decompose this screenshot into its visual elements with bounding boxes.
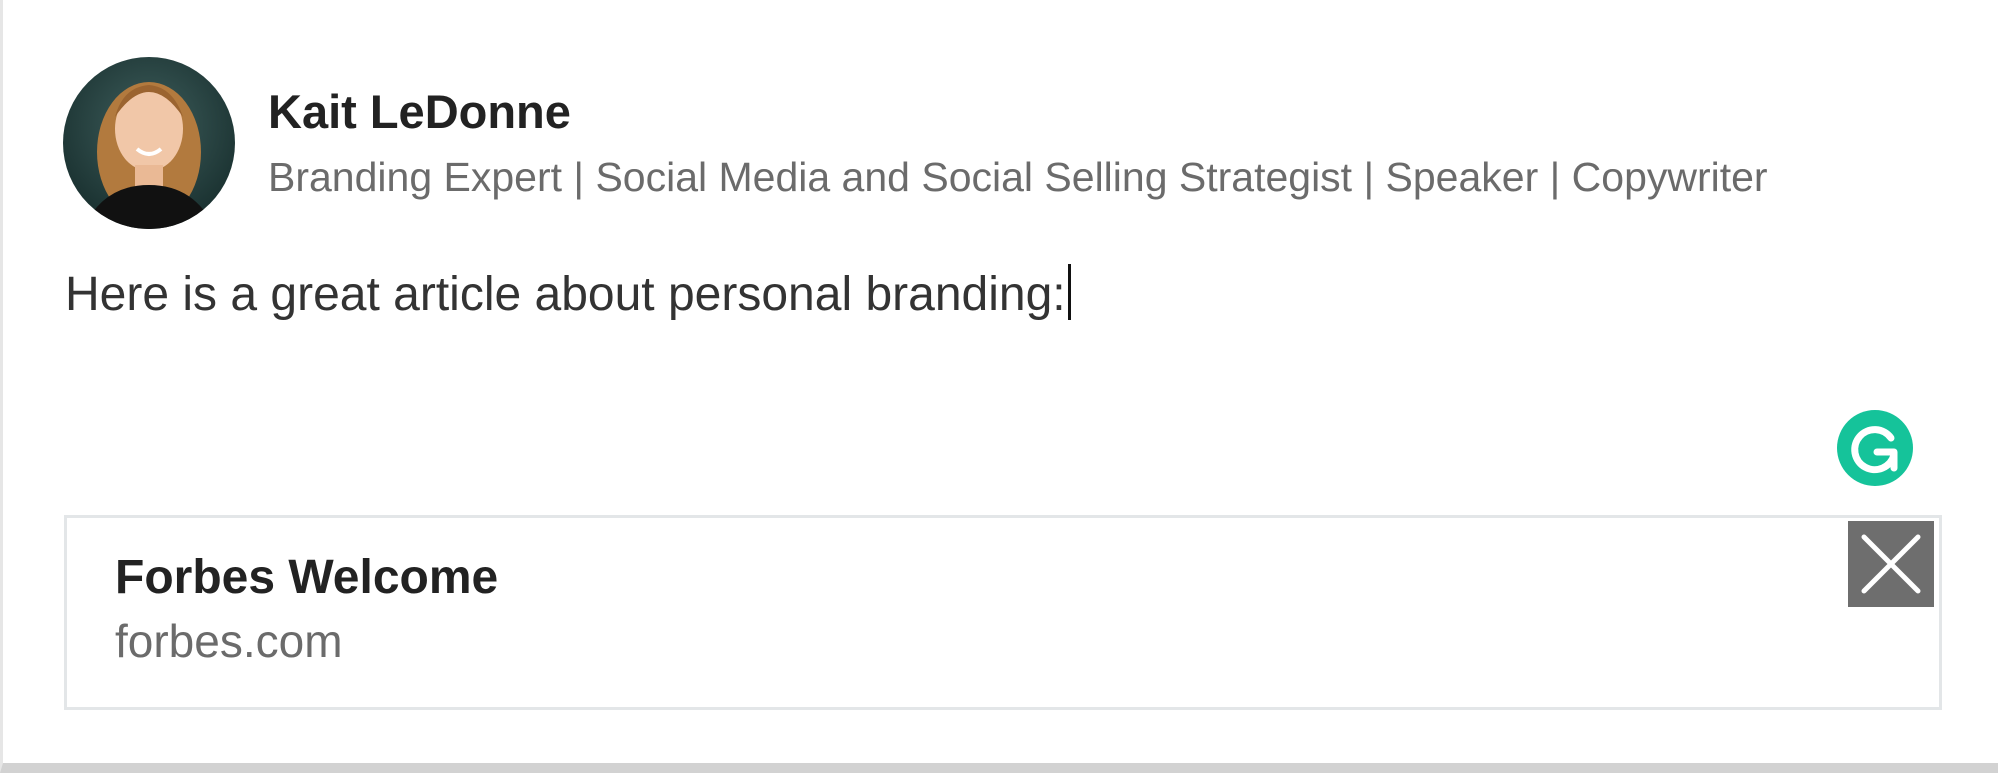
text-cursor (1067, 264, 1071, 320)
author-name[interactable]: Kait LeDonne (268, 84, 571, 139)
grammarly-button[interactable] (1837, 410, 1913, 486)
remove-link-button[interactable] (1848, 521, 1934, 607)
post-text-editor[interactable]: Here is a great article about personal b… (65, 264, 1071, 322)
link-preview-card[interactable]: Forbes Welcome forbes.com (64, 515, 1942, 710)
post-composer: Kait LeDonne Branding Expert | Social Me… (0, 0, 1998, 773)
author-avatar (63, 57, 235, 229)
post-text: Here is a great article about personal b… (65, 268, 1066, 321)
grammarly-icon (1851, 426, 1898, 474)
link-title[interactable]: Forbes Welcome (115, 550, 498, 605)
link-domain: forbes.com (115, 615, 343, 667)
person-photo-icon (83, 82, 215, 229)
close-icon (1861, 534, 1921, 594)
author-headline: Branding Expert | Social Media and Socia… (268, 154, 1768, 200)
